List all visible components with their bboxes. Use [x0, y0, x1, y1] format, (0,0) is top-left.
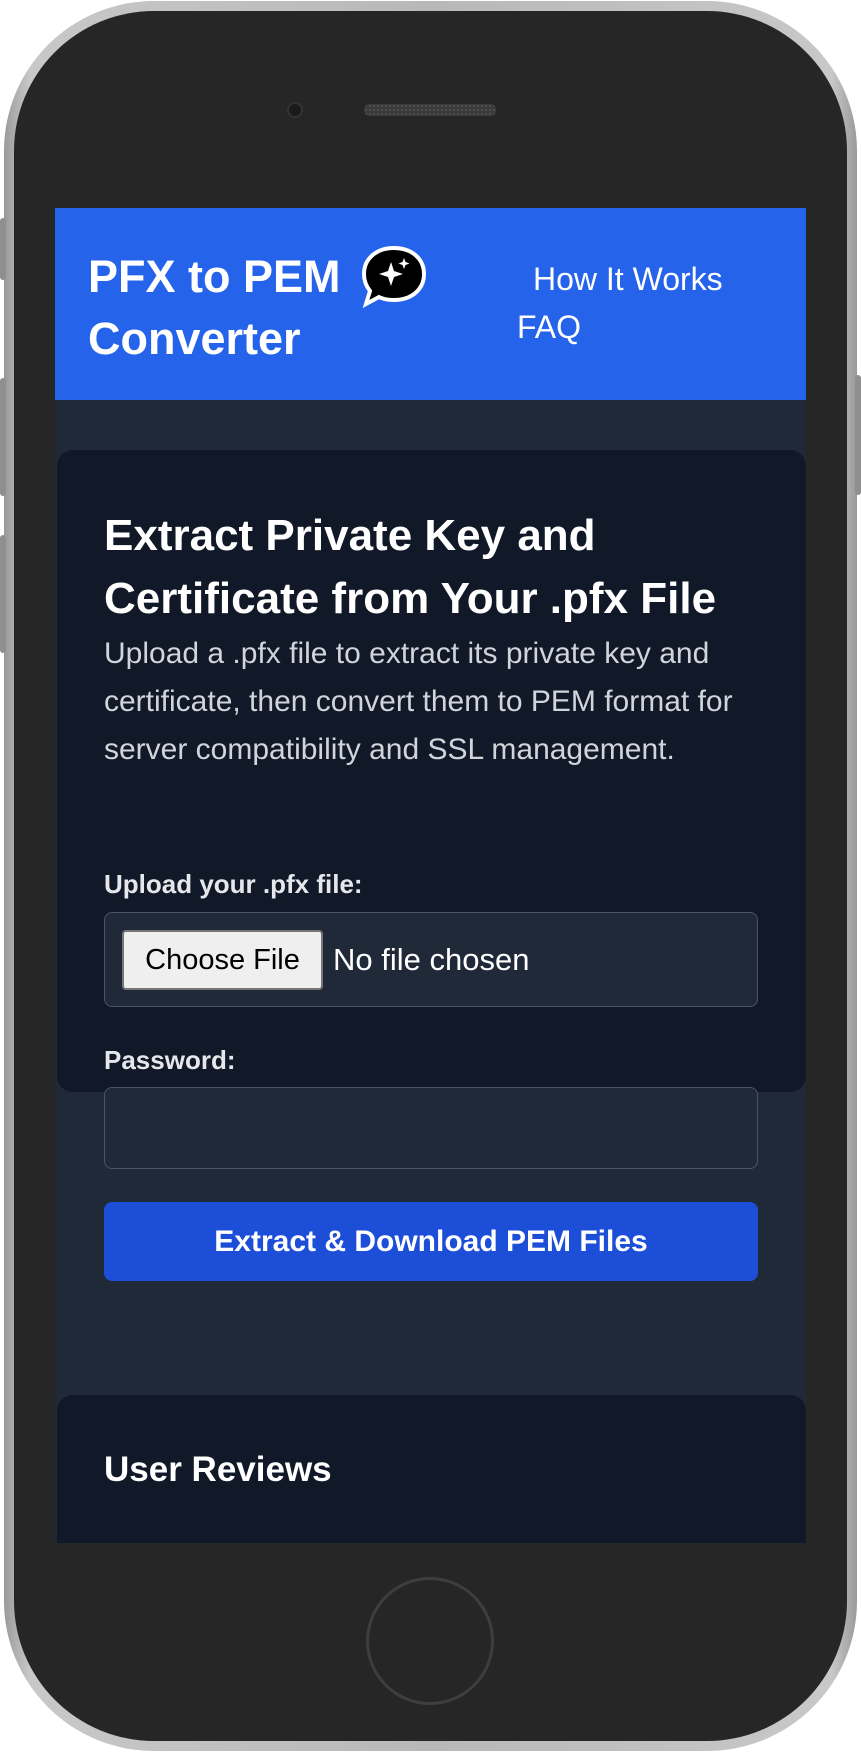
mute-switch [0, 218, 6, 280]
reviews-title: User Reviews [104, 1450, 332, 1489]
volume-down-button [0, 535, 6, 653]
password-label: Password: [104, 1045, 236, 1075]
converter-card: Extract Private Key and Certificate from… [57, 450, 806, 1281]
converter-description: Upload a .pfx file to extract its privat… [104, 637, 733, 766]
file-upload-label: Upload your .pfx file: [104, 869, 363, 899]
nav-link-how-it-works[interactable]: How It Works [533, 261, 723, 298]
nav-link-faq[interactable]: FAQ [517, 309, 581, 346]
password-field[interactable] [104, 1087, 758, 1169]
file-status-text: No file chosen [333, 942, 530, 977]
earpiece-speaker [364, 104, 496, 116]
converter-title: Extract Private Key and Certificate from… [104, 511, 717, 623]
volume-up-button [0, 378, 6, 496]
file-upload-input[interactable]: Choose File No file chosen [104, 912, 758, 1007]
reviews-card: User Reviews [57, 1395, 806, 1543]
front-camera [287, 102, 303, 118]
home-button[interactable] [366, 1577, 494, 1705]
site-header: PFX to PEM Converter How It Works FAQ [55, 208, 806, 400]
sparkle-chat-icon[interactable] [360, 244, 428, 308]
power-button [855, 375, 861, 495]
screen: PFX to PEM Converter How It Works FAQ Ex… [55, 208, 806, 1543]
site-title[interactable]: PFX to PEM Converter [88, 246, 388, 370]
extract-download-button[interactable]: Extract & Download PEM Files [104, 1202, 758, 1281]
choose-file-button[interactable]: Choose File [122, 930, 323, 990]
